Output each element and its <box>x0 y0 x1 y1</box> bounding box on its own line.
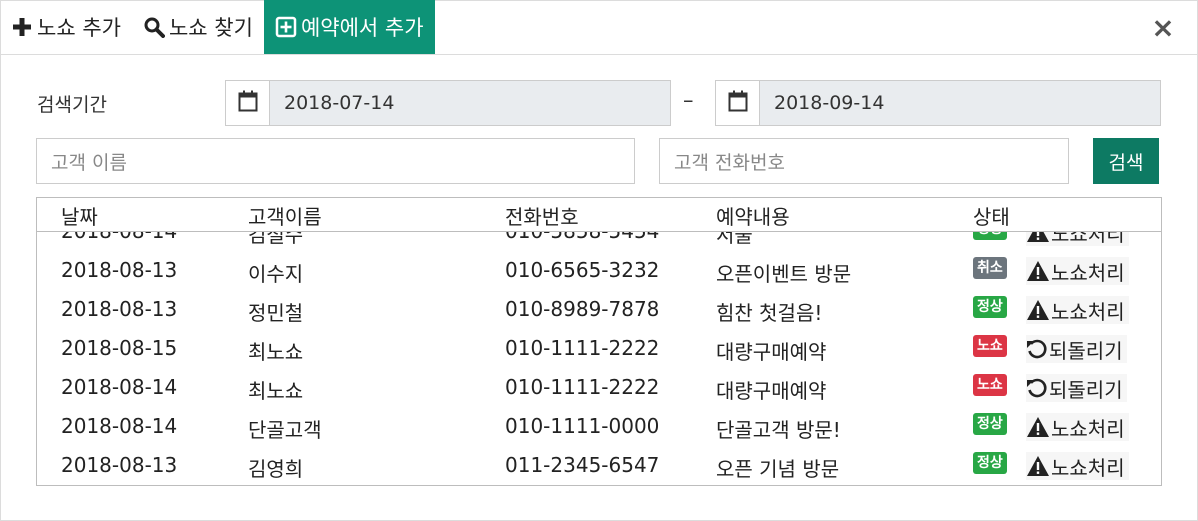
revert-button[interactable]: 되돌리기 <box>1026 374 1127 402</box>
customer-phone-input[interactable]: 고객 전화번호 <box>659 138 1069 184</box>
row-phone: 011-2345-6547 <box>505 453 660 477</box>
table-row[interactable]: 2018-08-13 정민철 010-8989-7878 힘찬 첫걸음! 정상 … <box>37 290 1161 329</box>
table-row[interactable]: 2018-08-14 최노쇼 010-1111-2222 대량구매예약 노쇼 되… <box>37 368 1161 407</box>
row-name: 단골고객 <box>248 418 322 442</box>
reservation-table[interactable]: 2018-08-14 김철수 010-5858-5454 서울 정상 노쇼처리 … <box>36 197 1162 486</box>
action-label: 되돌리기 <box>1049 377 1123 402</box>
header-reservation-content[interactable]: 예약내용 <box>716 201 790 230</box>
table-row[interactable]: 2018-08-14 단골고객 010-1111-0000 단골고객 방문! 정… <box>37 407 1161 446</box>
table-row[interactable]: 2018-08-13 이수지 010-6565-3232 오픈이벤트 방문 취소… <box>37 251 1161 290</box>
action-label: 노쇼처리 <box>1051 260 1125 285</box>
row-name: 김영희 <box>248 457 304 481</box>
status-badge: 노쇼 <box>973 374 1007 396</box>
customer-name-input[interactable]: 고객 이름 <box>36 138 635 184</box>
table-row[interactable]: 2018-08-15 최노쇼 010-1111-2222 대량구매예약 노쇼 되… <box>37 329 1161 368</box>
search-button[interactable]: 검색 <box>1093 138 1159 184</box>
row-content: 대량구매예약 <box>716 340 827 364</box>
row-date: 2018-08-15 <box>61 336 178 360</box>
plus-icon <box>11 16 33 38</box>
row-phone: 010-6565-3232 <box>505 258 660 282</box>
row-content: 대량구매예약 <box>716 379 827 403</box>
tab-divider <box>0 54 1198 55</box>
tab-add-noshow[interactable]: 노쇼 추가 <box>0 0 132 54</box>
row-phone: 010-1111-2222 <box>505 375 660 399</box>
row-content: 오픈이벤트 방문 <box>716 262 852 286</box>
header-customer-name[interactable]: 고객이름 <box>248 201 322 230</box>
search-period-label: 검색기간 <box>37 94 107 116</box>
tab-label: 예약에서 추가 <box>300 16 424 40</box>
row-content: 오픈 기념 방문 <box>716 457 840 481</box>
search-icon <box>143 16 165 38</box>
table-header: 날짜 고객이름 전화번호 예약내용 상태 <box>37 198 1161 232</box>
tab-find-noshow[interactable]: 노쇼 찾기 <box>132 0 264 54</box>
status-badge: 정상 <box>973 413 1007 435</box>
noshow-button[interactable]: 노쇼처리 <box>1026 296 1129 324</box>
date-separator: – <box>683 88 694 112</box>
status-badge: 정상 <box>973 296 1007 318</box>
action-label: 되돌리기 <box>1049 338 1123 363</box>
end-date-field[interactable]: 2018-09-14 <box>760 80 1161 126</box>
status-badge: 정상 <box>973 452 1007 474</box>
warning-icon <box>1026 260 1050 282</box>
row-name: 최노쇼 <box>248 379 304 403</box>
row-name: 정민철 <box>248 301 304 325</box>
noshow-button[interactable]: 노쇼처리 <box>1026 257 1129 285</box>
header-status[interactable]: 상태 <box>973 201 1010 230</box>
undo-icon <box>1026 377 1048 399</box>
row-name: 이수지 <box>248 262 304 286</box>
revert-button[interactable]: 되돌리기 <box>1026 335 1127 363</box>
status-badge: 노쇼 <box>973 335 1007 357</box>
row-phone: 010-1111-0000 <box>505 414 660 438</box>
warning-icon <box>1026 455 1050 477</box>
row-date: 2018-08-13 <box>61 258 178 282</box>
table-row[interactable]: 2018-08-13 김영희 011-2345-6547 오픈 기념 방문 정상… <box>37 446 1161 485</box>
action-label: 노쇼처리 <box>1051 455 1125 480</box>
plus-square-icon <box>275 16 297 38</box>
row-content: 단골고객 방문! <box>716 418 841 442</box>
close-icon[interactable]: × <box>1149 13 1177 43</box>
row-content: 힘찬 첫걸음! <box>716 301 823 325</box>
start-date-calendar-button[interactable] <box>225 80 270 126</box>
header-phone[interactable]: 전화번호 <box>505 201 579 230</box>
end-date-calendar-button[interactable] <box>715 80 760 126</box>
row-date: 2018-08-14 <box>61 375 178 399</box>
noshow-button[interactable]: 노쇼처리 <box>1026 452 1129 480</box>
action-label: 노쇼처리 <box>1051 299 1125 324</box>
row-date: 2018-08-13 <box>61 453 178 477</box>
tab-label: 노쇼 찾기 <box>168 16 253 40</box>
row-phone: 010-1111-2222 <box>505 336 660 360</box>
warning-icon <box>1026 299 1050 321</box>
tab-bar: 노쇼 추가 노쇼 찾기 예약에서 추가 <box>0 0 435 54</box>
status-badge: 취소 <box>973 257 1007 279</box>
action-label: 노쇼처리 <box>1051 416 1125 441</box>
undo-icon <box>1026 338 1048 360</box>
noshow-button[interactable]: 노쇼처리 <box>1026 413 1129 441</box>
tab-add-from-reservation[interactable]: 예약에서 추가 <box>263 0 435 54</box>
row-phone: 010-8989-7878 <box>505 297 660 321</box>
row-name: 최노쇼 <box>248 340 304 364</box>
calendar-icon <box>238 90 258 116</box>
start-date-field[interactable]: 2018-07-14 <box>270 80 671 126</box>
header-date[interactable]: 날짜 <box>61 201 98 230</box>
row-date: 2018-08-14 <box>61 414 178 438</box>
tab-label: 노쇼 추가 <box>37 16 121 40</box>
calendar-icon <box>728 90 748 116</box>
row-date: 2018-08-13 <box>61 297 178 321</box>
warning-icon <box>1026 416 1050 438</box>
